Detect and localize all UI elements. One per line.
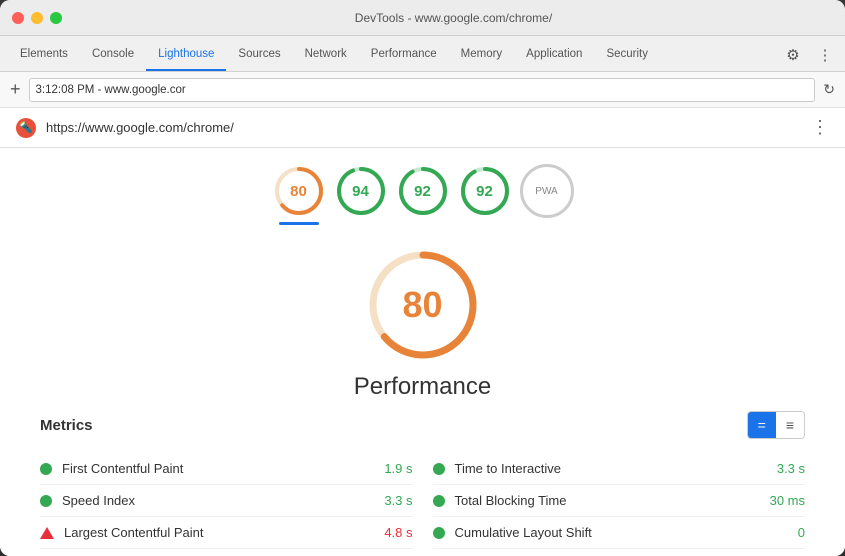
- metric-tti: Time to Interactive 3.3 s: [433, 453, 806, 485]
- tab-application[interactable]: Application: [514, 39, 594, 71]
- tab-sources[interactable]: Sources: [226, 39, 292, 71]
- tab-console[interactable]: Console: [80, 39, 146, 71]
- devtools-tabs: Elements Console Lighthouse Sources Netw…: [0, 36, 845, 72]
- metrics-section: Metrics = ≡ First Contentful Paint 1.9 s: [0, 411, 845, 556]
- score-value-0: 80: [290, 183, 307, 200]
- tab-elements[interactable]: Elements: [8, 39, 80, 71]
- big-score-value: 80: [402, 284, 442, 326]
- pwa-circle[interactable]: PWA: [520, 164, 574, 218]
- big-score-section: 80 Performance: [0, 225, 845, 411]
- tab-security[interactable]: Security: [594, 39, 660, 71]
- close-button[interactable]: [12, 12, 24, 24]
- metric-fcp-value: 1.9 s: [384, 461, 412, 476]
- score-tab-pwa[interactable]: PWA: [520, 164, 574, 225]
- metric-tbt-value: 30 ms: [770, 493, 805, 508]
- metric-tti-value: 3.3 s: [777, 461, 805, 476]
- main-content: 80 94: [0, 148, 845, 556]
- url-input[interactable]: [29, 78, 816, 102]
- metric-si: Speed Index 3.3 s: [40, 485, 413, 517]
- metrics-right: Time to Interactive 3.3 s Total Blocking…: [433, 453, 806, 549]
- titlebar: DevTools - www.google.com/chrome/: [0, 0, 845, 36]
- page-header-more-icon[interactable]: ⋮: [811, 117, 829, 138]
- score-circle-1[interactable]: 94: [334, 164, 388, 218]
- metric-si-indicator: [40, 495, 52, 507]
- metric-fcp-name: First Contentful Paint: [62, 461, 376, 476]
- maximize-button[interactable]: [50, 12, 62, 24]
- grid-view-button[interactable]: =: [748, 412, 776, 438]
- lighthouse-icon: 🔦: [16, 118, 36, 138]
- metrics-left: First Contentful Paint 1.9 s Speed Index…: [40, 453, 413, 549]
- minimize-button[interactable]: [31, 12, 43, 24]
- traffic-lights: [12, 12, 62, 24]
- metrics-title: Metrics: [40, 417, 93, 434]
- score-tabs: 80 94: [0, 148, 845, 225]
- score-tab-2[interactable]: 92: [396, 164, 450, 225]
- metric-lcp-indicator: [40, 527, 54, 539]
- metric-cls-indicator: [433, 527, 445, 539]
- page-header: 🔦 https://www.google.com/chrome/ ⋮: [0, 108, 845, 148]
- metric-cls-value: 0: [798, 525, 805, 540]
- window-title: DevTools - www.google.com/chrome/: [74, 11, 833, 25]
- metric-tti-name: Time to Interactive: [455, 461, 769, 476]
- metric-cls: Cumulative Layout Shift 0: [433, 517, 806, 549]
- metric-lcp-name: Largest Contentful Paint: [64, 525, 376, 540]
- metric-fcp: First Contentful Paint 1.9 s: [40, 453, 413, 485]
- score-value-2: 92: [414, 183, 431, 200]
- metrics-header: Metrics = ≡: [40, 411, 805, 439]
- score-circle-0[interactable]: 80: [272, 164, 326, 218]
- metric-lcp: Largest Contentful Paint 4.8 s: [40, 517, 413, 549]
- metric-si-value: 3.3 s: [384, 493, 412, 508]
- settings-icon[interactable]: ⚙: [781, 43, 805, 67]
- tab-icons: ⚙ ⋮: [781, 43, 837, 71]
- score-active-indicator: [279, 222, 319, 225]
- page-url: https://www.google.com/chrome/: [46, 120, 234, 135]
- metric-cls-name: Cumulative Layout Shift: [455, 525, 790, 540]
- big-score-label: Performance: [354, 373, 491, 401]
- score-value-3: 92: [476, 183, 493, 200]
- score-circle-3[interactable]: 92: [458, 164, 512, 218]
- score-circle-2[interactable]: 92: [396, 164, 450, 218]
- score-tab-1[interactable]: 94: [334, 164, 388, 225]
- metric-fcp-indicator: [40, 463, 52, 475]
- metric-si-name: Speed Index: [62, 493, 376, 508]
- metric-lcp-value: 4.8 s: [384, 525, 412, 540]
- tab-performance[interactable]: Performance: [359, 39, 449, 71]
- tab-network[interactable]: Network: [293, 39, 359, 71]
- metric-tbt-indicator: [433, 495, 445, 507]
- score-tab-3[interactable]: 92: [458, 164, 512, 225]
- urlbar: + ↻: [0, 72, 845, 108]
- metric-tbt-name: Total Blocking Time: [455, 493, 762, 508]
- big-score-circle: 80: [363, 245, 483, 365]
- refresh-icon[interactable]: ↻: [823, 81, 835, 98]
- metrics-view-buttons: = ≡: [747, 411, 805, 439]
- score-value-1: 94: [352, 183, 369, 200]
- new-tab-button[interactable]: +: [10, 79, 21, 100]
- metric-tbt: Total Blocking Time 30 ms: [433, 485, 806, 517]
- more-options-icon[interactable]: ⋮: [813, 43, 837, 67]
- metrics-grid: First Contentful Paint 1.9 s Speed Index…: [40, 453, 805, 549]
- devtools-window: DevTools - www.google.com/chrome/ Elemen…: [0, 0, 845, 556]
- tab-lighthouse[interactable]: Lighthouse: [146, 39, 226, 71]
- list-view-button[interactable]: ≡: [776, 412, 804, 438]
- score-tab-0[interactable]: 80: [272, 164, 326, 225]
- pwa-label: PWA: [535, 186, 557, 197]
- metric-tti-indicator: [433, 463, 445, 475]
- tab-memory[interactable]: Memory: [449, 39, 515, 71]
